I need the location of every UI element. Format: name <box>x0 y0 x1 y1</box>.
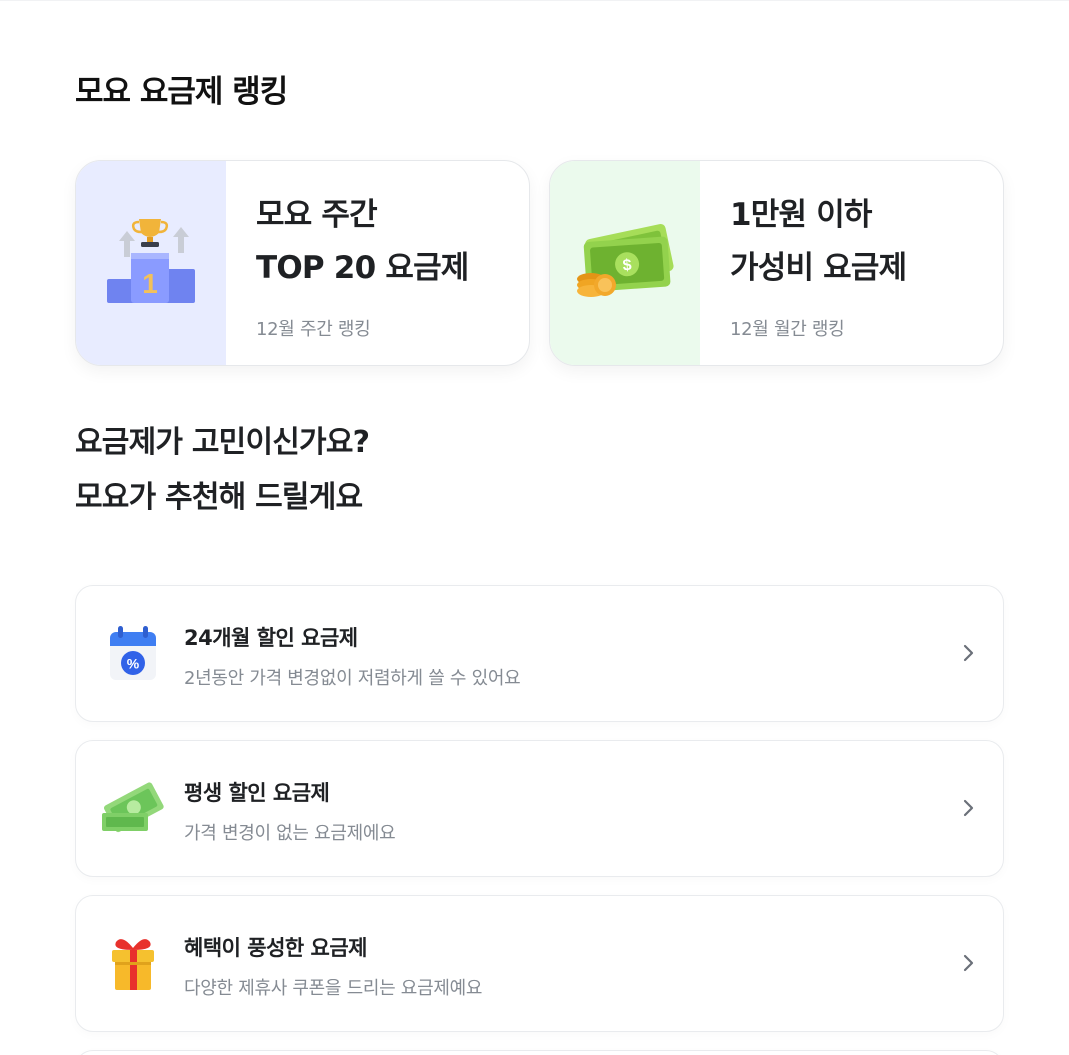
chevron-right-icon <box>963 954 974 972</box>
plan-title: 평생 할인 요금제 <box>184 781 330 805</box>
ranking-card-under-10k[interactable]: $ 1만원 이하 가성비 요금제 12월 월간 랭킹 <box>549 160 1004 366</box>
plan-description: 가격 변경이 없는 요금제에요 <box>184 823 396 844</box>
svg-text:1: 1 <box>142 268 158 299</box>
plan-item-rich-benefits[interactable]: 혜택이 풍성한 요금제 다양한 제휴사 쿠폰을 드리는 요금제예요 <box>75 895 1004 1032</box>
calendar-discount-icon: % <box>110 626 156 680</box>
plan-description: 2년동안 가격 변경없이 저렴하게 쓸 수 있어요 <box>184 668 521 689</box>
ranking-card-title-line1: 1만원 이하 <box>730 197 872 233</box>
ranking-card-title-line2: TOP 20 요금제 <box>256 250 469 286</box>
ranking-card-thumb: $ <box>550 161 700 365</box>
plan-item-lifetime-discount[interactable]: 평생 할인 요금제 가격 변경이 없는 요금제에요 <box>75 740 1004 877</box>
plan-title: 혜택이 풍성한 요금제 <box>184 936 368 960</box>
chevron-right-icon <box>963 799 974 817</box>
ranking-card-subtitle: 12월 주간 랭킹 <box>256 319 371 340</box>
plan-title: 24개월 할인 요금제 <box>184 626 358 650</box>
ranking-card-subtitle: 12월 월간 랭킹 <box>730 319 845 340</box>
ranking-card-title-line1: 모요 주간 <box>256 197 378 233</box>
ranking-card-thumb: 1 <box>76 161 226 365</box>
plan-item-partial[interactable] <box>75 1050 1004 1055</box>
top-divider <box>0 0 1069 1</box>
ranking-card-title-line2: 가성비 요금제 <box>730 250 907 286</box>
recommend-heading: 요금제가 고민이신가요? 모요가 추천해 드릴게요 <box>75 415 370 525</box>
ranking-card-weekly-top20[interactable]: 1 모요 주간 TOP 20 요금제 12월 주간 랭킹 <box>75 160 530 366</box>
plan-item-24-month-discount[interactable]: % 24개월 할인 요금제 2년동안 가격 변경없이 저렴하게 쓸 수 있어요 <box>75 585 1004 722</box>
svg-text:$: $ <box>622 257 632 275</box>
recommend-heading-line1: 요금제가 고민이신가요? <box>75 425 370 460</box>
gift-box-icon <box>112 939 154 990</box>
chevron-right-icon <box>963 644 974 662</box>
plan-description: 다양한 제휴사 쿠폰을 드리는 요금제예요 <box>184 978 483 999</box>
money-bill-icon <box>102 782 164 833</box>
section-title: 모요 요금제 랭킹 <box>75 74 288 110</box>
trophy-podium-icon: 1 <box>107 219 195 303</box>
cash-money-icon: $ <box>577 223 674 297</box>
svg-text:%: % <box>127 656 140 672</box>
recommend-heading-line2: 모요가 추천해 드릴게요 <box>75 480 363 515</box>
